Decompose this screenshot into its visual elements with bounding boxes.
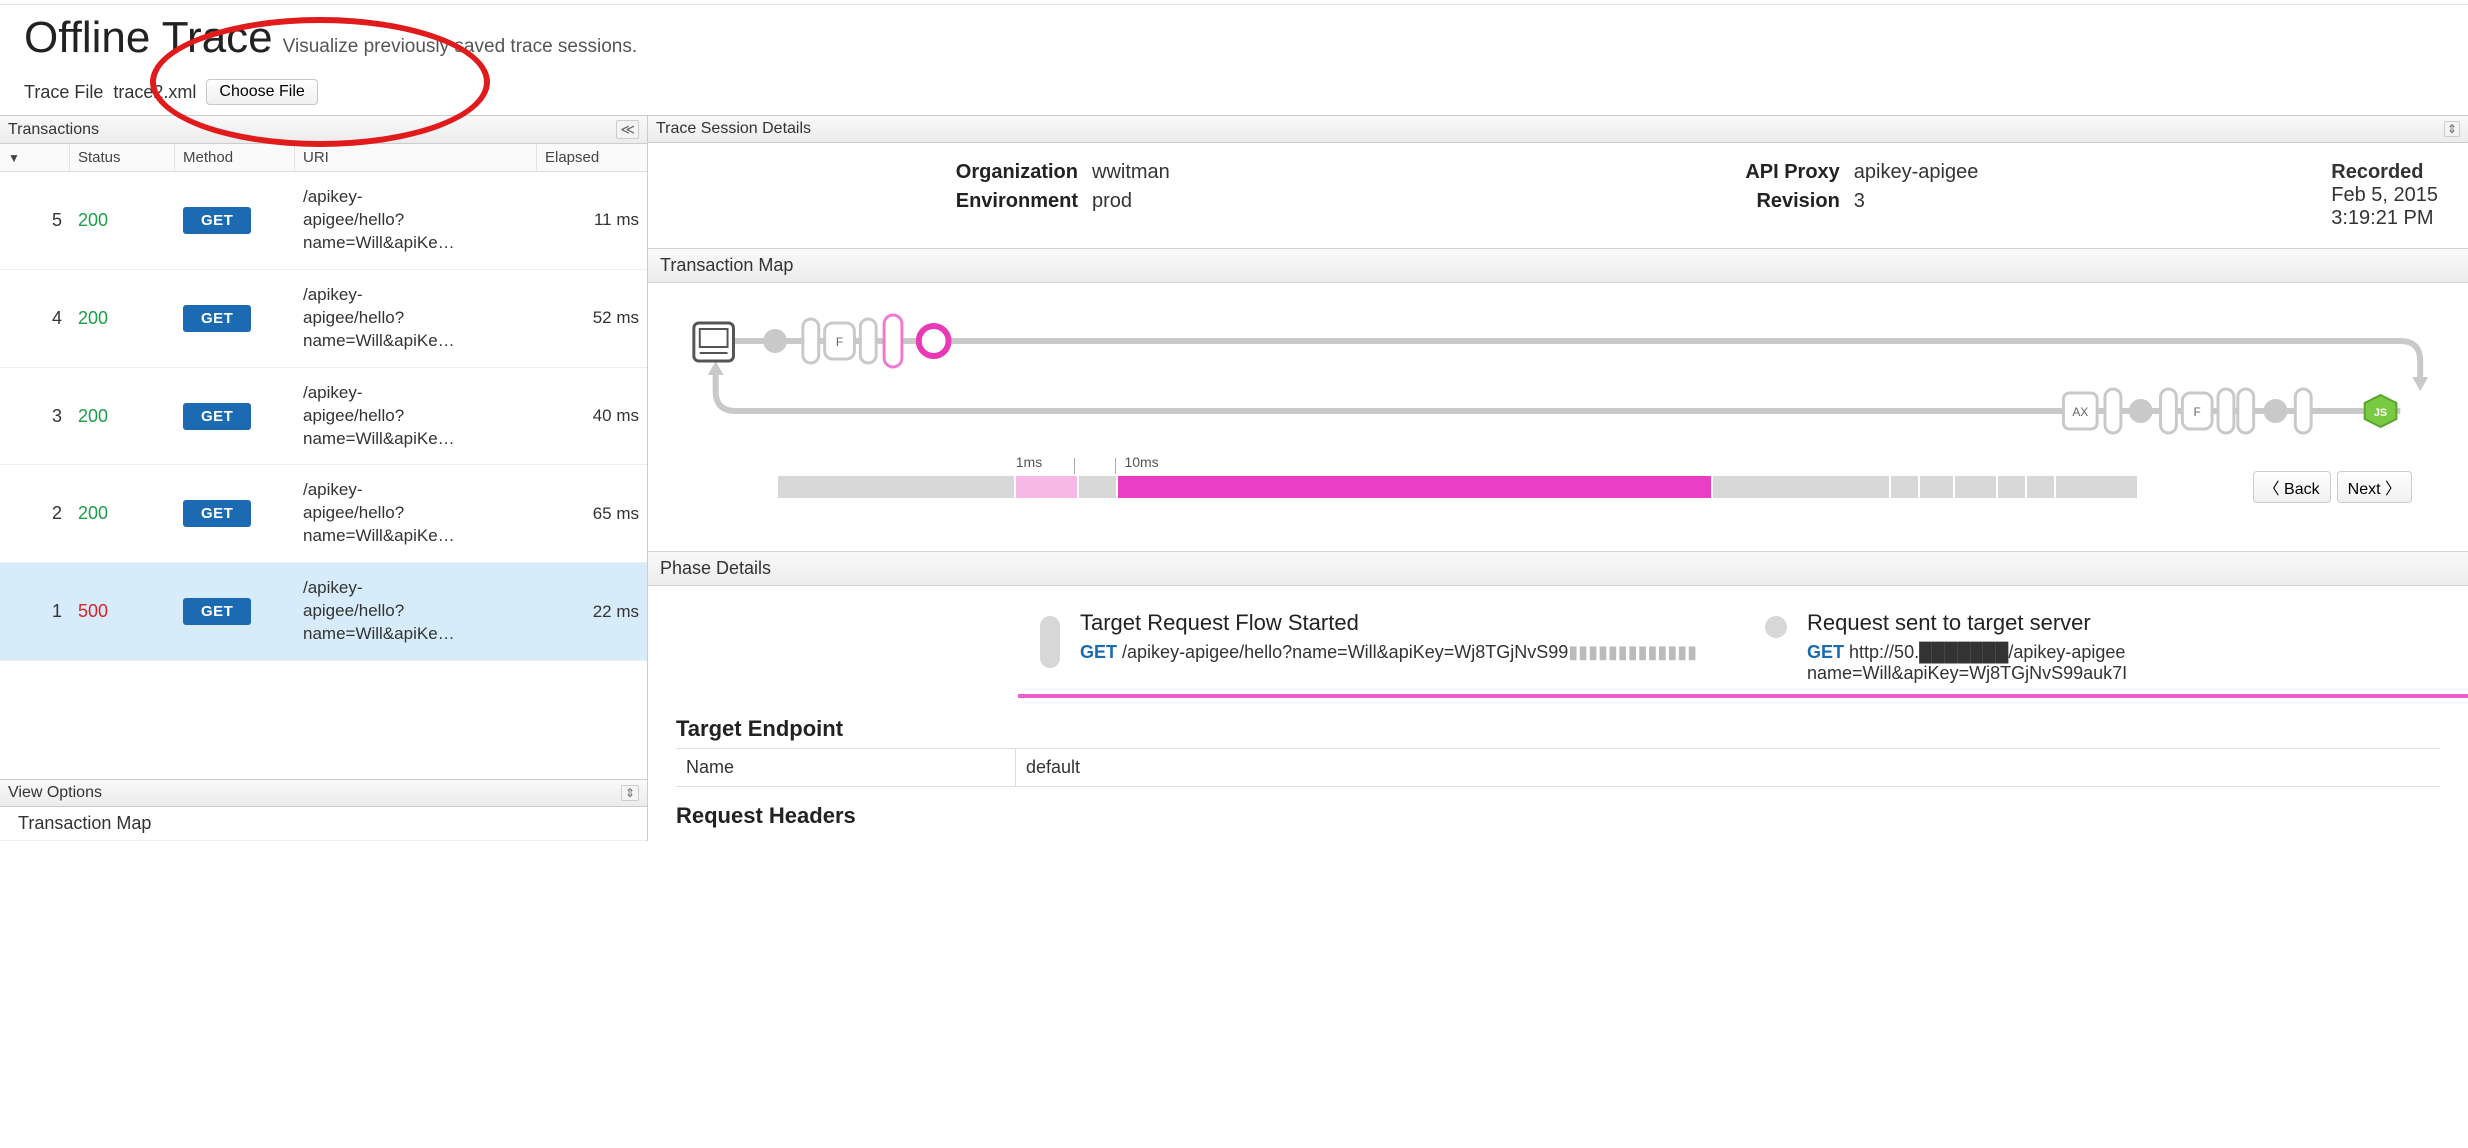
- page-title: Offline Trace: [24, 13, 273, 63]
- transaction-row[interactable]: 3200GET/apikey-apigee/hello?name=Will&ap…: [0, 368, 647, 466]
- tx-index: 2: [0, 503, 70, 524]
- tx-method: GET: [175, 207, 295, 234]
- recorded-date: Feb 5, 2015: [2331, 184, 2438, 207]
- phase-details-section-title: Phase Details: [648, 551, 2468, 586]
- request-headers-heading: Request Headers: [676, 803, 2440, 829]
- choose-file-button[interactable]: Choose File: [206, 79, 317, 105]
- col-elapsed[interactable]: Elapsed: [537, 144, 647, 171]
- tx-uri: /apikey-apigee/hello?name=Will&apiKe…: [295, 479, 537, 548]
- tx-uri: /apikey-apigee/hello?name=Will&apiKe…: [295, 284, 537, 353]
- phase-card-target-request[interactable]: Target Request Flow Started GET /apikey-…: [1018, 596, 1743, 698]
- transactions-collapse-button[interactable]: ≪: [616, 120, 639, 139]
- phase-right-line2: name=Will&apiKey=Wj8TGjNvS99auk7I: [1807, 663, 2127, 684]
- tx-method: GET: [175, 500, 295, 527]
- phase-right-path: http://50.███████/apikey-apigee: [1849, 642, 2125, 662]
- tx-elapsed: 52 ms: [537, 308, 647, 328]
- transaction-map-section-title: Transaction Map: [648, 248, 2468, 283]
- phase-title-left: Target Request Flow Started: [1080, 610, 1697, 636]
- col-uri[interactable]: URI: [295, 144, 537, 171]
- tx-elapsed: 65 ms: [537, 504, 647, 524]
- org-label: Organization: [928, 161, 1078, 184]
- back-button[interactable]: 〈 Back: [2253, 471, 2331, 503]
- tx-status: 200: [70, 503, 175, 524]
- tx-status: 200: [70, 308, 175, 329]
- proxy-label: API Proxy: [1690, 161, 1840, 184]
- view-option-transaction-map[interactable]: Transaction Map: [0, 807, 647, 841]
- session-info-block: Organization wwitman Environment prod API …: [648, 143, 2468, 248]
- flow-badge-f: F: [836, 335, 843, 349]
- proxy-value: apikey-apigee: [1854, 161, 1979, 184]
- transaction-row[interactable]: 1500GET/apikey-apigee/hello?name=Will&ap…: [0, 563, 647, 661]
- tx-uri: /apikey-apigee/hello?name=Will&apiKe…: [295, 186, 537, 255]
- tx-method: GET: [175, 403, 295, 430]
- te-val: default: [1016, 749, 2440, 786]
- tx-index: 1: [0, 601, 70, 622]
- tx-status: 500: [70, 601, 175, 622]
- tx-elapsed: 11 ms: [537, 210, 647, 230]
- page-header: Offline Trace Visualize previously saved…: [0, 5, 2468, 73]
- flow-badge-f2: F: [2194, 405, 2201, 419]
- view-options-toggle[interactable]: ⇕: [621, 785, 639, 801]
- trace-file-label: Trace File: [24, 82, 103, 103]
- phase-left-path: /apikey-apigee/hello?name=Will&apiKey=Wj…: [1122, 642, 1568, 662]
- transaction-map: F AX F JS: [648, 283, 2468, 551]
- flow-target-js-icon: JS: [2374, 407, 2387, 419]
- transaction-row[interactable]: 5200GET/apikey-apigee/hello?name=Will&ap…: [0, 172, 647, 270]
- timeline-bar[interactable]: 1ms 10ms: [778, 476, 2137, 498]
- transactions-list: 5200GET/apikey-apigee/hello?name=Will&ap…: [0, 172, 647, 661]
- col-method[interactable]: Method: [175, 144, 295, 171]
- transactions-panel-header: Transactions ≪: [0, 116, 647, 144]
- env-value: prod: [1092, 190, 1132, 213]
- transaction-row[interactable]: 2200GET/apikey-apigee/hello?name=Will&ap…: [0, 465, 647, 563]
- te-key: Name: [676, 749, 1016, 786]
- phase-left-method: GET: [1080, 642, 1117, 662]
- tx-uri: /apikey-apigee/hello?name=Will&apiKe…: [295, 577, 537, 646]
- flow-badge-ax: AX: [2072, 405, 2088, 419]
- tx-elapsed: 40 ms: [537, 406, 647, 426]
- phase-card-request-sent[interactable]: Request sent to target server GET http:/…: [1743, 596, 2468, 698]
- timeline-label-10ms: 10ms: [1124, 454, 1158, 470]
- table-row: Name default: [676, 749, 2440, 787]
- tx-index: 4: [0, 308, 70, 329]
- sort-arrow-icon[interactable]: ▼: [8, 151, 20, 165]
- trace-details-header: Trace Session Details ⇕: [648, 116, 2468, 143]
- trace-file-row: Trace File trace2.xml Choose File: [0, 73, 2468, 115]
- flow-diagram[interactable]: F AX F JS: [676, 301, 2440, 471]
- next-button[interactable]: Next 〉: [2337, 471, 2412, 503]
- timeline-label-1ms: 1ms: [1016, 454, 1042, 470]
- tx-status: 200: [70, 210, 175, 231]
- transaction-row[interactable]: 4200GET/apikey-apigee/hello?name=Will&ap…: [0, 270, 647, 368]
- recorded-block: Recorded Feb 5, 2015 3:19:21 PM: [2331, 161, 2438, 230]
- phase-title-right: Request sent to target server: [1807, 610, 2127, 636]
- tx-uri: /apikey-apigee/hello?name=Will&apiKe…: [295, 382, 537, 451]
- transactions-panel-title: Transactions: [8, 121, 99, 139]
- tx-method: GET: [175, 305, 295, 332]
- tx-elapsed: 22 ms: [537, 602, 647, 622]
- org-value: wwitman: [1092, 161, 1170, 184]
- tx-index: 3: [0, 406, 70, 427]
- page-subtitle: Visualize previously saved trace session…: [283, 36, 638, 58]
- rev-label: Revision: [1690, 190, 1840, 213]
- trace-details-title: Trace Session Details: [656, 120, 811, 138]
- transactions-column-header: ▼ Status Method URI Elapsed: [0, 144, 647, 172]
- target-endpoint-table: Name default: [676, 748, 2440, 787]
- target-endpoint-heading: Target Endpoint: [676, 716, 2440, 742]
- tx-status: 200: [70, 406, 175, 427]
- phase-right-method: GET: [1807, 642, 1844, 662]
- recorded-label: Recorded: [2331, 161, 2438, 184]
- pill-icon: [1040, 616, 1060, 668]
- recorded-time: 3:19:21 PM: [2331, 207, 2438, 230]
- col-status[interactable]: Status: [70, 144, 175, 171]
- trace-file-name: trace2.xml: [113, 82, 196, 103]
- rev-value: 3: [1854, 190, 1865, 213]
- trace-details-collapse[interactable]: ⇕: [2444, 121, 2460, 137]
- env-label: Environment: [928, 190, 1078, 213]
- phase-details: Target Request Flow Started GET /apikey-…: [648, 586, 2468, 698]
- tx-method: GET: [175, 598, 295, 625]
- view-options-title: View Options: [8, 784, 102, 802]
- dot-icon: [1765, 616, 1787, 638]
- tx-index: 5: [0, 210, 70, 231]
- view-options-header: View Options ⇕: [0, 780, 647, 807]
